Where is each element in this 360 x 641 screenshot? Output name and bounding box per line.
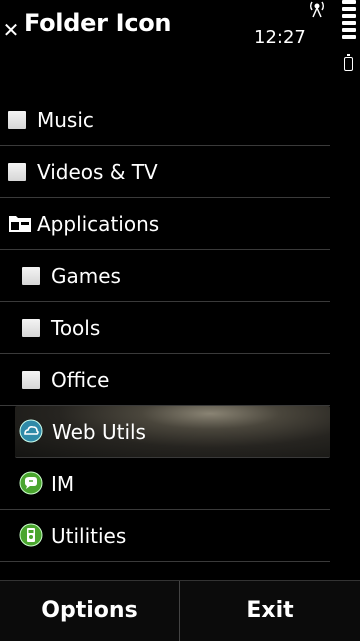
signal-strength-icon xyxy=(342,0,356,50)
close-icon[interactable]: ✕ xyxy=(2,20,20,40)
folder-icon xyxy=(9,216,31,232)
list-item-office[interactable]: Office xyxy=(0,354,330,406)
antenna-icon xyxy=(310,1,324,18)
list-item-im[interactable]: IM xyxy=(0,458,330,510)
list-item-label: Music xyxy=(37,108,94,132)
cloud-icon xyxy=(19,419,43,443)
clock: 12:27 xyxy=(254,27,306,48)
list-item-label: Tools xyxy=(51,316,101,340)
list-item-tools[interactable]: Tools xyxy=(0,302,330,354)
blank-square-icon xyxy=(8,111,26,129)
softkey-bar: Options Exit xyxy=(0,580,360,641)
status-bar: ✕ Folder Icon 12:27 xyxy=(0,0,360,71)
list-item-label: Utilities xyxy=(51,524,127,548)
list-item-label: Applications xyxy=(37,212,160,236)
list-item-music[interactable]: Music xyxy=(0,94,330,146)
folder-list: Music Videos & TV Applications Games Too… xyxy=(0,94,330,562)
list-item-label: IM xyxy=(51,472,75,496)
battery-icon xyxy=(344,54,353,71)
options-button[interactable]: Options xyxy=(0,581,180,641)
list-item-web-utils[interactable]: Web Utils xyxy=(15,406,330,458)
blank-square-icon xyxy=(22,371,40,389)
chat-icon xyxy=(19,471,43,495)
blank-square-icon xyxy=(8,163,26,181)
list-item-games[interactable]: Games xyxy=(0,250,330,302)
list-item-utilities[interactable]: Utilities xyxy=(0,510,330,562)
exit-button[interactable]: Exit xyxy=(180,581,360,641)
list-item-videos[interactable]: Videos & TV xyxy=(0,146,330,198)
page-title: Folder Icon xyxy=(24,9,172,37)
blank-square-icon xyxy=(22,319,40,337)
list-item-label: Videos & TV xyxy=(37,160,158,184)
list-item-label: Office xyxy=(51,368,110,392)
blank-square-icon xyxy=(22,267,40,285)
list-item-label: Games xyxy=(51,264,121,288)
utilities-icon xyxy=(19,523,43,547)
list-item-label: Web Utils xyxy=(52,420,146,444)
list-item-applications[interactable]: Applications xyxy=(0,198,330,250)
